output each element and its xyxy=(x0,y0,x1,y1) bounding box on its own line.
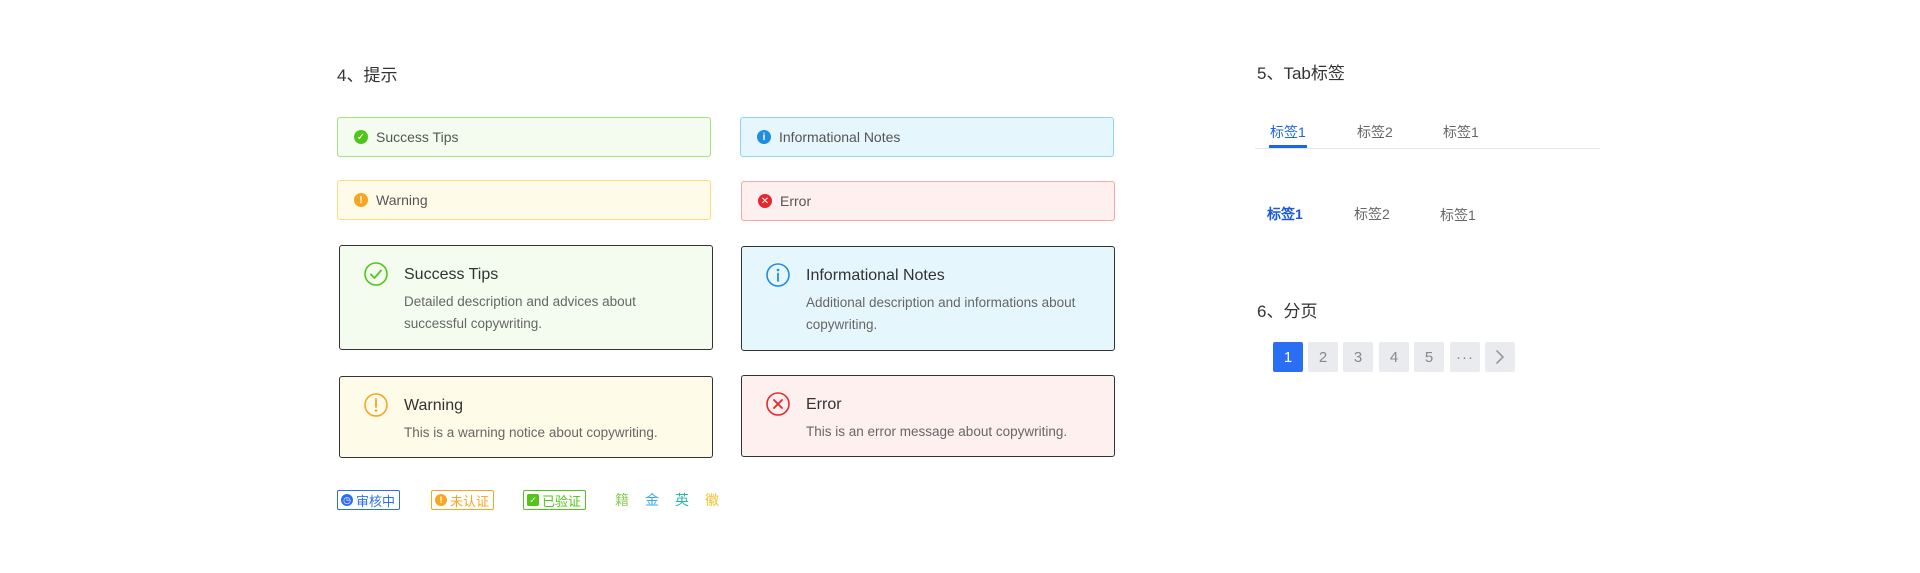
shield-check-icon: ✓ xyxy=(527,494,539,506)
alert-success-small: ✓ Success Tips xyxy=(337,117,711,157)
alert-description: This is a warning notice about copywriti… xyxy=(404,425,658,440)
char-tag: 金 xyxy=(645,492,659,508)
char-tag: 徽 xyxy=(705,492,719,508)
tabs-divider xyxy=(1255,148,1600,149)
page-button-4[interactable]: 4 xyxy=(1379,342,1409,372)
tag-label: 已验证 xyxy=(542,493,582,509)
status-tag-unverified: ! 未认证 xyxy=(431,490,495,510)
page-button-1[interactable]: 1 xyxy=(1273,342,1303,372)
page-button-5[interactable]: 5 xyxy=(1414,342,1444,372)
char-tag: 籍 xyxy=(615,492,629,508)
alert-success-large: Success Tips Detailed description and ad… xyxy=(339,245,713,350)
chevron-right-icon xyxy=(1496,350,1504,364)
info-circle-icon: i xyxy=(757,130,771,144)
status-tag-verified: ✓ 已验证 xyxy=(523,490,587,510)
tab-bold-1[interactable]: 标签1 xyxy=(1267,204,1303,224)
alert-warning-large: Warning This is a warning notice about c… xyxy=(339,376,713,458)
alert-description: This is an error message about copywriti… xyxy=(806,424,1068,439)
alert-text: Informational Notes xyxy=(779,129,901,145)
page-button-3[interactable]: 3 xyxy=(1343,342,1373,372)
alert-error-large: Error This is an error message about cop… xyxy=(741,375,1115,457)
tab-active-indicator xyxy=(1269,145,1307,148)
status-tag-reviewing: ◷ 审核中 xyxy=(337,490,401,510)
exclamation-circle-icon: ! xyxy=(354,193,368,207)
tab-2[interactable]: 标签2 xyxy=(1357,122,1393,142)
tag-label: 未认证 xyxy=(450,493,490,509)
alert-description: Additional description and informations … xyxy=(806,295,1076,332)
alert-info-large: Informational Notes Additional descripti… xyxy=(741,246,1115,351)
char-tag: 英 xyxy=(675,492,689,508)
info-circle-outline-icon xyxy=(766,263,790,287)
page-ellipsis[interactable]: ··· xyxy=(1450,342,1480,372)
check-circle-icon: ✓ xyxy=(354,130,368,144)
alert-title: Error xyxy=(806,396,842,413)
section-title-tabs: 5、Tab标签 xyxy=(1257,64,1345,83)
page-button-2[interactable]: 2 xyxy=(1308,342,1338,372)
close-circle-outline-icon xyxy=(766,392,790,416)
tag-label: 审核中 xyxy=(356,493,396,509)
alert-title: Informational Notes xyxy=(806,267,945,284)
section-title-pagination: 6、分页 xyxy=(1257,302,1318,321)
alert-text: Warning xyxy=(376,192,428,208)
alert-info-small: i Informational Notes xyxy=(740,117,1114,157)
tab-bold-3[interactable]: 标签1 xyxy=(1440,205,1476,225)
check-circle-outline-icon xyxy=(364,262,388,286)
alert-error-small: ✕ Error xyxy=(741,181,1115,221)
alert-text: Success Tips xyxy=(376,129,459,145)
tab-1[interactable]: 标签1 xyxy=(1270,122,1306,142)
alert-warning-small: ! Warning xyxy=(337,180,711,220)
alert-title: Success Tips xyxy=(404,266,499,283)
alert-title: Warning xyxy=(404,397,463,414)
clock-icon: ◷ xyxy=(341,494,353,506)
tab-3[interactable]: 标签1 xyxy=(1443,122,1479,142)
close-circle-icon: ✕ xyxy=(758,194,772,208)
tab-bold-2[interactable]: 标签2 xyxy=(1354,204,1390,224)
alert-text: Error xyxy=(780,193,812,209)
exclamation-circle-icon: ! xyxy=(435,494,447,506)
section-title-alerts: 4、提示 xyxy=(337,66,398,85)
exclamation-circle-outline-icon xyxy=(364,393,388,417)
next-page-button[interactable] xyxy=(1485,342,1515,372)
alert-description: Detailed description and advices about s… xyxy=(404,294,636,331)
